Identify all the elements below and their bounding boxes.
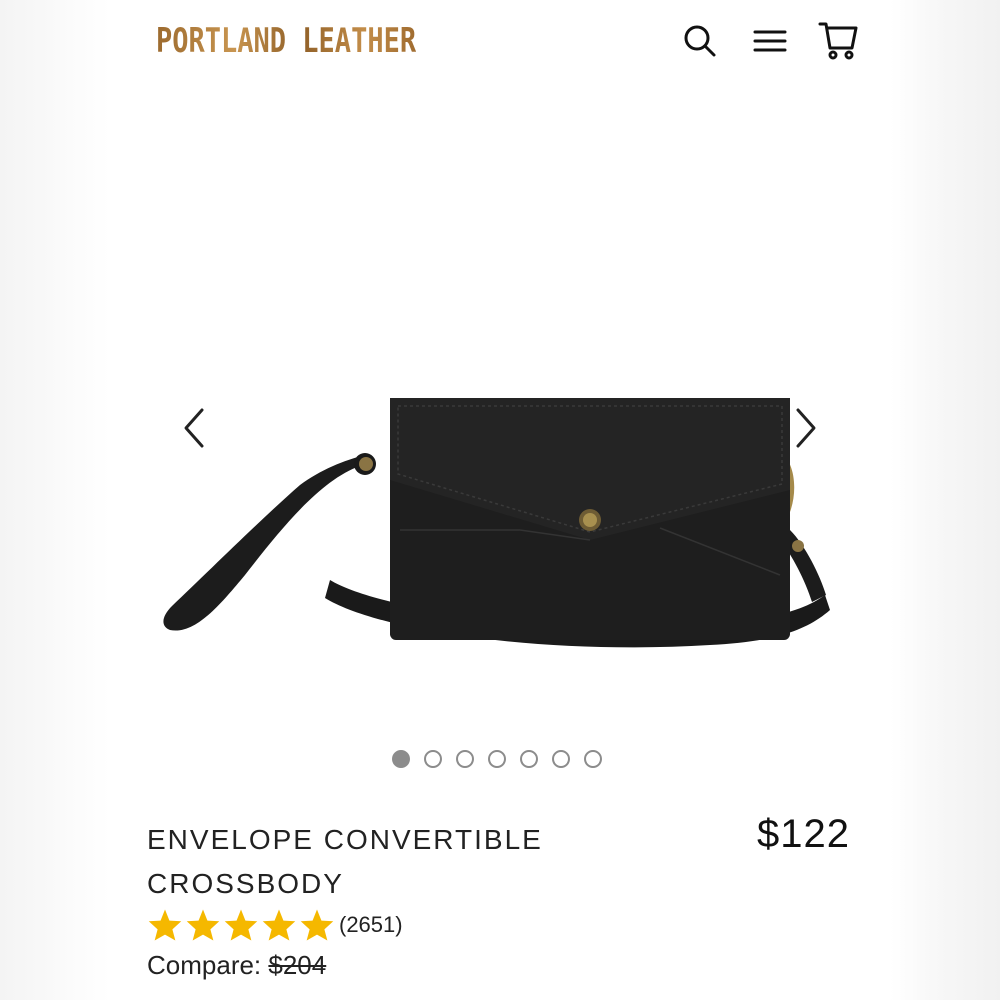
compare-price: $204 — [268, 950, 327, 980]
product-title: ENVELOPE CONVERTIBLE CROSSBODY — [147, 824, 543, 899]
product-gallery — [110, 90, 890, 790]
star-icon — [299, 908, 335, 942]
product-rating[interactable]: (2651) — [147, 908, 403, 942]
compare-label: Compare: — [147, 950, 262, 980]
pagination-dot[interactable] — [392, 750, 410, 768]
gallery-pagination — [392, 750, 602, 770]
pagination-dot[interactable] — [424, 750, 442, 768]
star-icon — [147, 908, 183, 942]
pagination-dot[interactable] — [456, 750, 474, 768]
search-icon[interactable] — [680, 20, 720, 60]
chevron-right-icon[interactable] — [784, 406, 824, 450]
pagination-dot[interactable] — [552, 750, 570, 768]
product-image[interactable] — [150, 380, 840, 700]
star-icon — [261, 908, 297, 942]
star-icon — [223, 908, 259, 942]
product-price: $122 — [757, 812, 850, 856]
site-header: PORTLAND LEATHER — [110, 0, 890, 90]
pagination-dot[interactable] — [488, 750, 506, 768]
product-page: PORTLAND LEATHER ENVELOPE CONVERTIBLE CR… — [110, 0, 890, 1000]
cart-icon[interactable] — [818, 20, 858, 60]
rating-stars — [147, 908, 335, 942]
pagination-dot[interactable] — [584, 750, 602, 768]
compare-price-row: Compare: $204 — [147, 950, 326, 981]
brand-logo[interactable]: PORTLAND LEATHER — [156, 22, 416, 61]
star-icon — [185, 908, 221, 942]
review-count[interactable]: (2651) — [339, 912, 403, 938]
menu-icon[interactable] — [750, 20, 790, 60]
pagination-dot[interactable] — [520, 750, 538, 768]
